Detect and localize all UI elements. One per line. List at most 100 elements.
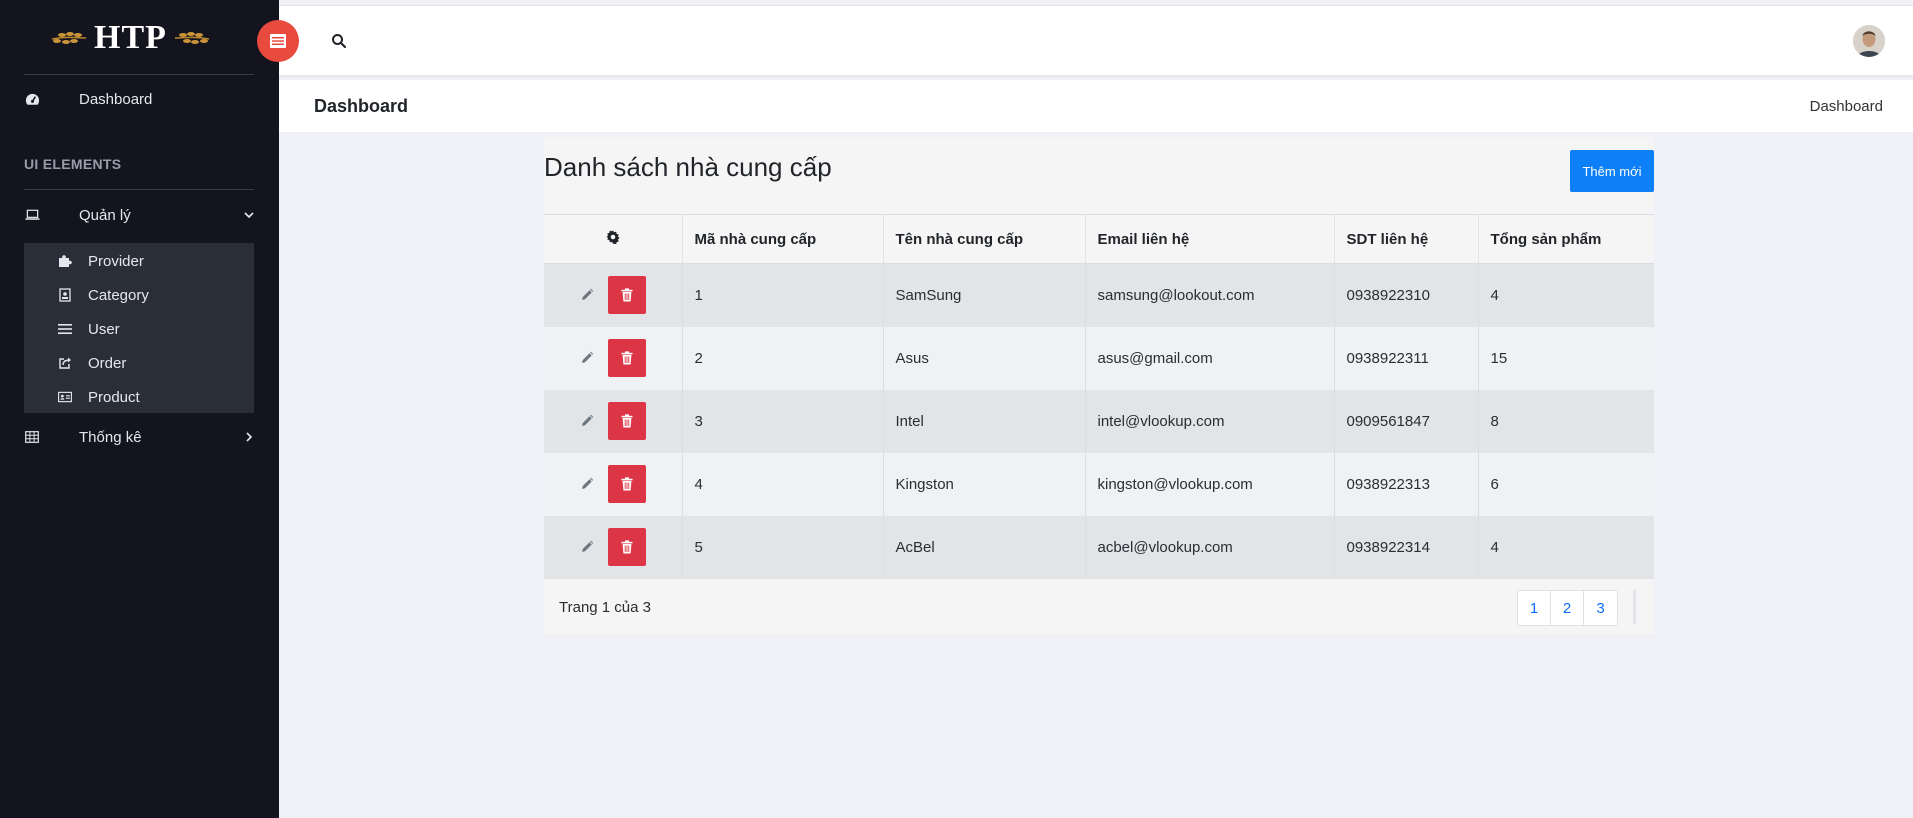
cell-email: kingston@vlookup.com [1085, 452, 1335, 516]
sidebar-divider [24, 189, 254, 190]
edit-pencil-icon[interactable] [580, 288, 594, 302]
cell-email: acbel@vlookup.com [1085, 515, 1335, 579]
submenu-quanly: Provider Category User Order Product [24, 243, 254, 413]
sidebar-item-user[interactable]: User [24, 312, 254, 346]
column-header: Tên nhà cung cấp [883, 214, 1086, 264]
delete-button[interactable] [607, 465, 646, 503]
page-header: Dashboard Dashboard [279, 80, 1913, 132]
sidebar-item-dashboard[interactable]: Dashboard [0, 79, 279, 119]
cell-provider-id: 4 [682, 452, 884, 516]
cell-phone: 0938922313 [1334, 452, 1479, 516]
laurel-right-icon [174, 31, 210, 44]
laurel-left-icon [51, 31, 87, 44]
page-link-1[interactable]: 1 [1518, 591, 1551, 625]
brand-logo[interactable]: HTP [0, 0, 279, 75]
column-header: Mã nhà cung cấp [682, 214, 884, 264]
provider-list-card: Danh sách nhà cung cấp Thêm mới Mã nhà c… [544, 137, 1654, 634]
cell-total-products: 8 [1478, 389, 1654, 453]
row-actions [544, 263, 683, 327]
delete-button[interactable] [607, 528, 646, 566]
chevron-down-icon [244, 212, 254, 219]
provider-table: Mã nhà cung cấp Tên nhà cung cấp Email l… [544, 214, 1654, 579]
edit-pencil-icon[interactable] [580, 477, 594, 491]
edit-pencil-icon[interactable] [580, 351, 594, 365]
avatar-image [1853, 25, 1885, 57]
id-card-icon [58, 390, 72, 404]
puzzle-icon [58, 254, 72, 268]
page-link-3[interactable]: 3 [1584, 591, 1617, 625]
gear-icon [606, 230, 620, 245]
sidebar: HTP Dashboard UI ELEMENTS Quản lý Provid… [0, 0, 279, 818]
cell-provider-name: Intel [883, 389, 1086, 453]
chevron-right-icon [246, 432, 253, 442]
sidebar-item-category[interactable]: Category [24, 278, 254, 312]
table-icon [24, 429, 40, 445]
sub-item-label: Provider [88, 252, 144, 270]
sidebar-item-quanly[interactable]: Quản lý [0, 195, 279, 235]
search-icon[interactable] [331, 33, 347, 49]
edit-pencil-icon[interactable] [580, 414, 594, 428]
sidebar-item-provider[interactable]: Provider [24, 244, 254, 278]
add-new-button[interactable]: Thêm mới [1570, 150, 1654, 192]
sidebar-item-thongke[interactable]: Thống kê [0, 417, 279, 457]
laptop-icon [24, 207, 40, 223]
row-actions [544, 389, 683, 453]
cell-provider-id: 5 [682, 515, 884, 579]
column-header: Email liên hệ [1085, 214, 1335, 264]
sub-item-label: Product [88, 388, 140, 406]
cell-total-products: 6 [1478, 452, 1654, 516]
cell-email: asus@gmail.com [1085, 326, 1335, 390]
page-link-2[interactable]: 2 [1551, 591, 1584, 625]
cell-email: samsung@lookout.com [1085, 263, 1335, 327]
table-row: 4 Kingston kingston@vlookup.com 0938922313 6 [544, 452, 1654, 516]
column-header: Tổng sản phẩm [1478, 214, 1654, 264]
cell-email: intel@vlookup.com [1085, 389, 1335, 453]
card-footer: Trang 1 của 3 1 2 3 [544, 580, 1654, 634]
column-header: SDT liên hệ [1334, 214, 1479, 264]
cell-provider-id: 1 [682, 263, 884, 327]
cell-phone: 0938922310 [1334, 263, 1479, 327]
cell-phone: 0909561847 [1334, 389, 1479, 453]
logo-text: HTP [94, 18, 167, 56]
cell-provider-name: Asus [883, 326, 1086, 390]
sub-item-label: Category [88, 286, 149, 304]
sub-item-label: User [88, 320, 120, 338]
edit-pencil-icon[interactable] [580, 540, 594, 554]
cell-provider-name: Kingston [883, 452, 1086, 516]
user-avatar[interactable] [1853, 25, 1885, 57]
row-actions [544, 452, 683, 516]
scroll-track [1633, 590, 1636, 624]
cell-total-products: 4 [1478, 515, 1654, 579]
sidebar-item-product[interactable]: Product [24, 380, 254, 414]
trash-icon [621, 414, 633, 428]
pagination: 1 2 3 [1517, 590, 1618, 626]
delete-button[interactable] [607, 339, 646, 377]
tachometer-icon [24, 91, 40, 107]
trash-icon [621, 288, 633, 302]
sidebar-section-title: UI ELEMENTS [24, 156, 122, 172]
sub-item-label: Order [88, 354, 127, 372]
cell-provider-id: 3 [682, 389, 884, 453]
breadcrumb[interactable]: Dashboard [1810, 98, 1883, 115]
sidebar-item-order[interactable]: Order [24, 346, 254, 380]
trash-icon [621, 351, 633, 365]
page-info: Trang 1 của 3 [559, 599, 651, 616]
card-title: Danh sách nhà cung cấp [544, 152, 832, 182]
row-actions [544, 515, 683, 579]
list-icon [58, 322, 72, 336]
table-row: 2 Asus asus@gmail.com 0938922311 15 [544, 326, 1654, 390]
sidebar-item-label: Thống kê [79, 428, 142, 446]
table-row: 3 Intel intel@vlookup.com 0909561847 8 [544, 389, 1654, 453]
trash-icon [621, 477, 633, 491]
sidebar-toggle-button[interactable] [257, 20, 299, 62]
sidebar-item-label: Quản lý [79, 206, 131, 224]
delete-button[interactable] [607, 402, 646, 440]
cell-total-products: 4 [1478, 263, 1654, 327]
menu-toggle-icon [270, 34, 286, 48]
table-row: 5 AcBel acbel@vlookup.com 0938922314 4 [544, 515, 1654, 579]
table-row: 1 SamSung samsung@lookout.com 0938922310 4 [544, 263, 1654, 327]
page-title: Dashboard [314, 96, 409, 116]
delete-button[interactable] [607, 276, 646, 315]
table-header-row: Mã nhà cung cấp Tên nhà cung cấp Email l… [544, 214, 1654, 264]
sidebar-item-label: Dashboard [79, 90, 153, 108]
